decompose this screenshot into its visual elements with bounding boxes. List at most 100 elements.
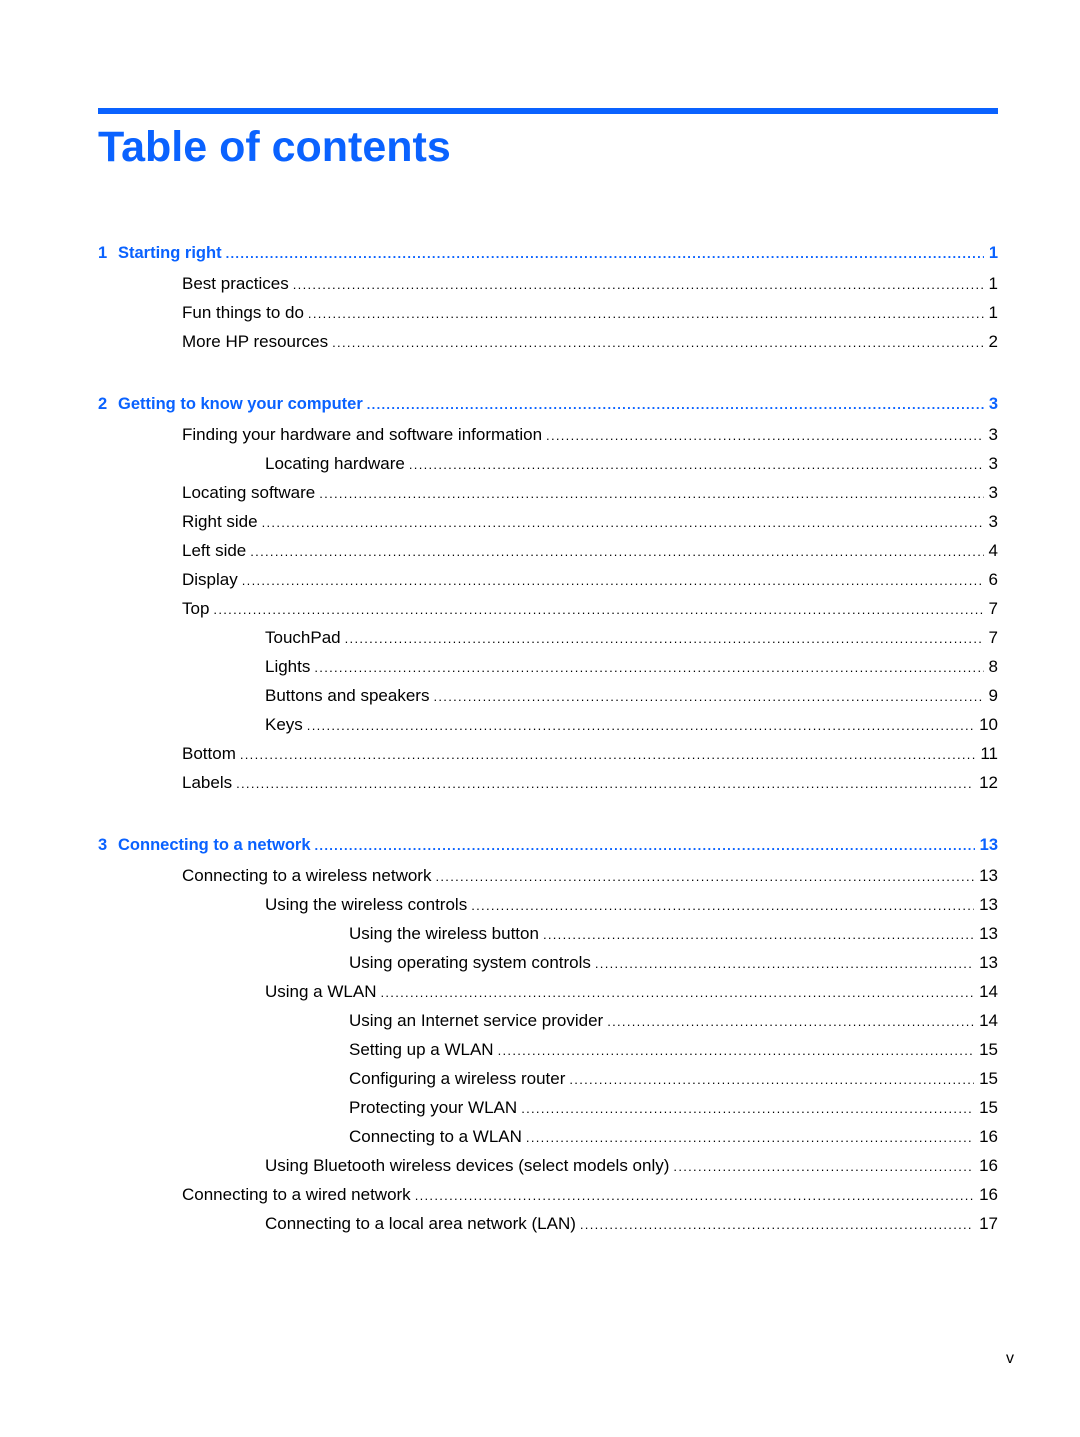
toc-entry-label[interactable]: Configuring a wireless router: [349, 1068, 569, 1090]
toc-entry-page[interactable]: 3: [984, 424, 998, 446]
toc-entry-label[interactable]: More HP resources: [182, 331, 332, 353]
toc-entry-label[interactable]: Using an Internet service provider: [349, 1010, 607, 1032]
toc-entry[interactable]: Top 7: [182, 598, 998, 620]
toc-chapter-entry[interactable]: 3 Connecting to a network 13: [98, 834, 998, 856]
toc-entry-label[interactable]: Getting to know your computer: [118, 393, 367, 415]
toc-entry[interactable]: Configuring a wireless router 15: [349, 1068, 998, 1090]
toc-entry-label[interactable]: Bottom: [182, 743, 240, 765]
toc-entry[interactable]: Connecting to a wired network 16: [182, 1184, 998, 1206]
toc-entry-page[interactable]: 7: [984, 598, 998, 620]
toc-entry-label[interactable]: Left side: [182, 540, 250, 562]
toc-entry[interactable]: More HP resources 2: [182, 331, 998, 353]
toc-entry-page[interactable]: 13: [974, 952, 998, 974]
toc-entry[interactable]: Bottom 11: [182, 743, 998, 765]
toc-entry-page[interactable]: 13: [974, 865, 998, 887]
toc-entry[interactable]: Fun things to do 1: [182, 302, 998, 324]
toc-entry-page[interactable]: 4: [984, 540, 998, 562]
toc-chapter-entry[interactable]: 2 Getting to know your computer 3: [98, 393, 998, 415]
toc-entry[interactable]: Lights 8: [265, 656, 998, 678]
toc-entry[interactable]: Setting up a WLAN 15: [349, 1039, 998, 1061]
toc-entry[interactable]: Using operating system controls 13: [349, 952, 998, 974]
toc-entry-page[interactable]: 12: [974, 772, 998, 794]
toc-entry-label[interactable]: Fun things to do: [182, 302, 308, 324]
toc-entry[interactable]: Display 6: [182, 569, 998, 591]
toc-entry[interactable]: Right side 3: [182, 511, 998, 533]
toc-entry-page[interactable]: 14: [974, 1010, 998, 1032]
toc-entry-label[interactable]: Using the wireless button: [349, 923, 543, 945]
toc-entry-label[interactable]: Display: [182, 569, 242, 591]
toc-entry[interactable]: Left side 4: [182, 540, 998, 562]
toc-entry-page[interactable]: 1: [984, 242, 998, 264]
toc-entry-page[interactable]: 14: [974, 981, 998, 1003]
toc-entry-page[interactable]: 17: [974, 1213, 998, 1235]
toc-entry[interactable]: Keys 10: [265, 714, 998, 736]
title-rule: [98, 108, 998, 114]
toc-entry-label[interactable]: Keys: [265, 714, 307, 736]
toc-entry[interactable]: TouchPad 7: [265, 627, 998, 649]
toc-entry-label[interactable]: Locating software: [182, 482, 319, 504]
toc-entry-page[interactable]: 3: [984, 511, 998, 533]
toc-entry-page[interactable]: 16: [974, 1184, 998, 1206]
dot-leader: [319, 483, 983, 505]
toc-entry[interactable]: Locating software 3: [182, 482, 998, 504]
toc-entry-label[interactable]: Connecting to a wireless network: [182, 865, 435, 887]
toc-entry-page[interactable]: 15: [974, 1097, 998, 1119]
toc-entry-page[interactable]: 3: [984, 393, 998, 415]
toc-entry-page[interactable]: 6: [984, 569, 998, 591]
toc-entry-label[interactable]: Connecting to a local area network (LAN): [265, 1213, 580, 1235]
toc-entry[interactable]: Buttons and speakers 9: [265, 685, 998, 707]
toc-entry-page[interactable]: 11: [975, 743, 998, 765]
toc-entry-label[interactable]: Connecting to a wired network: [182, 1184, 415, 1206]
toc-entry[interactable]: Locating hardware 3: [265, 453, 998, 475]
toc-entry-page[interactable]: 13: [974, 923, 998, 945]
toc-entry-page[interactable]: 10: [974, 714, 998, 736]
toc-entry-page[interactable]: 3: [984, 453, 998, 475]
toc-entry[interactable]: Using the wireless button 13: [349, 923, 998, 945]
toc-entry-label[interactable]: Using Bluetooth wireless devices (select…: [265, 1155, 673, 1177]
toc-entry-label[interactable]: TouchPad: [265, 627, 345, 649]
toc-entry-label[interactable]: Connecting to a WLAN: [349, 1126, 526, 1148]
toc-entry[interactable]: Connecting to a WLAN 16: [349, 1126, 998, 1148]
toc-entry-page[interactable]: 9: [984, 685, 998, 707]
toc-entry[interactable]: Best practices 1: [182, 273, 998, 295]
toc-entry[interactable]: Connecting to a local area network (LAN)…: [265, 1213, 998, 1235]
toc-entry-page[interactable]: 8: [984, 656, 998, 678]
toc-entry[interactable]: Labels 12: [182, 772, 998, 794]
toc-entry-page[interactable]: 15: [974, 1039, 998, 1061]
toc-entry-label[interactable]: Using the wireless controls: [265, 894, 471, 916]
toc-entry-page[interactable]: 15: [974, 1068, 998, 1090]
toc-entry-page[interactable]: 7: [984, 627, 998, 649]
dot-leader: [435, 866, 974, 888]
toc-entry-label[interactable]: Finding your hardware and software infor…: [182, 424, 546, 446]
toc-entry-label[interactable]: Protecting your WLAN: [349, 1097, 521, 1119]
toc-entry-page[interactable]: 1: [984, 302, 998, 324]
toc-entry-label[interactable]: Lights: [265, 656, 314, 678]
toc-entry-label[interactable]: Locating hardware: [265, 453, 409, 475]
toc-chapter-entry[interactable]: 1 Starting right 1: [98, 242, 998, 264]
toc-entry-page[interactable]: 16: [974, 1155, 998, 1177]
toc-entry-page[interactable]: 16: [974, 1126, 998, 1148]
toc-entry-label[interactable]: Right side: [182, 511, 262, 533]
toc-entry-label[interactable]: Using operating system controls: [349, 952, 595, 974]
toc-entry-label[interactable]: Connecting to a network: [118, 834, 315, 856]
toc-entry-page[interactable]: 2: [984, 331, 998, 353]
toc-entry-page[interactable]: 3: [984, 482, 998, 504]
toc-entry[interactable]: Protecting your WLAN 15: [349, 1097, 998, 1119]
toc-entry-label[interactable]: Starting right: [118, 242, 226, 264]
toc-entry-page[interactable]: 13: [975, 834, 998, 856]
toc-entry-label[interactable]: Buttons and speakers: [265, 685, 433, 707]
toc-entry[interactable]: Using the wireless controls 13: [265, 894, 998, 916]
toc-entry-label[interactable]: Using a WLAN: [265, 981, 380, 1003]
dot-leader: [580, 1214, 974, 1236]
toc-entry-label[interactable]: Top: [182, 598, 213, 620]
toc-entry-page[interactable]: 13: [974, 894, 998, 916]
toc-entry-label[interactable]: Labels: [182, 772, 236, 794]
toc-entry-page[interactable]: 1: [984, 273, 998, 295]
toc-entry[interactable]: Using Bluetooth wireless devices (select…: [265, 1155, 998, 1177]
toc-entry-label[interactable]: Setting up a WLAN: [349, 1039, 498, 1061]
toc-entry[interactable]: Finding your hardware and software infor…: [182, 424, 998, 446]
toc-entry[interactable]: Using a WLAN 14: [265, 981, 998, 1003]
toc-entry[interactable]: Using an Internet service provider 14: [349, 1010, 998, 1032]
toc-entry-label[interactable]: Best practices: [182, 273, 293, 295]
toc-entry[interactable]: Connecting to a wireless network 13: [182, 865, 998, 887]
